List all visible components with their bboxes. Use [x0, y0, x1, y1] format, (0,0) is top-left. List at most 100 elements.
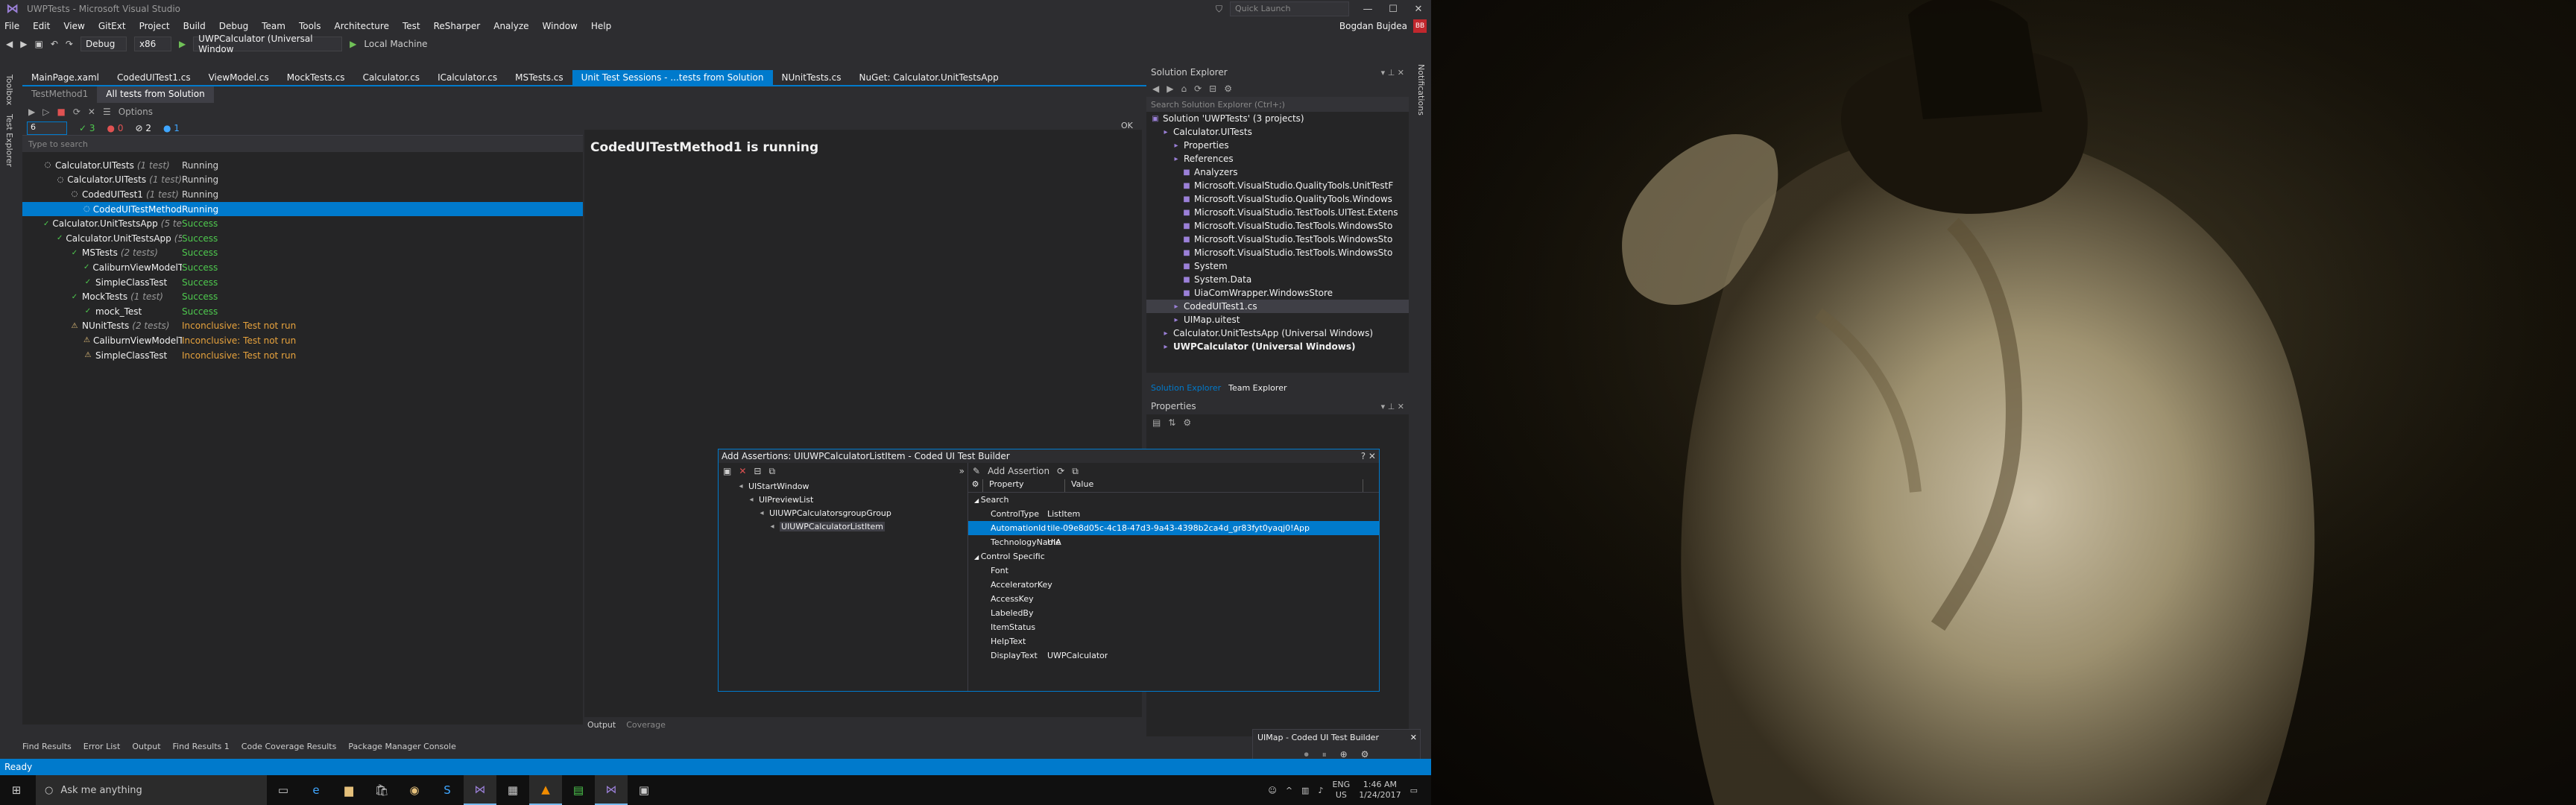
solution-item[interactable]: ■ UiaComWrapper.WindowsStore	[1146, 286, 1409, 300]
bottom-tab[interactable]: Code Coverage Results	[242, 742, 337, 751]
chevron-up-icon[interactable]: ^	[1286, 786, 1292, 795]
filter-icon[interactable]: ⛉	[1216, 4, 1222, 15]
categorized-icon[interactable]: ▤	[1152, 417, 1161, 428]
test-row[interactable]: ✓ MockTests (1 test) Success	[22, 289, 583, 304]
forward-icon[interactable]: ▶	[1167, 83, 1173, 94]
solution-item[interactable]: ■ Analyzers	[1146, 165, 1409, 179]
property-row[interactable]: DisplayText UWPCalculator	[968, 648, 1379, 663]
undo-icon[interactable]: ↶	[51, 39, 58, 49]
vlc-icon[interactable]: ▲	[529, 775, 562, 805]
menu-item-analyze[interactable]: Analyze	[493, 21, 528, 31]
hierarchy-node[interactable]: ◂ UIPreviewList	[719, 493, 967, 506]
minimize-button[interactable]: —	[1355, 4, 1380, 15]
solution-item[interactable]: ▸ UIMap.uitest	[1146, 313, 1409, 326]
forward-icon[interactable]: ▶	[20, 39, 27, 49]
debug-icon[interactable]: ▷	[42, 107, 49, 117]
start-debug-icon[interactable]: ▶	[179, 39, 186, 49]
property-row[interactable]: AcceleratorKey	[968, 578, 1379, 592]
window-icon[interactable]: ▣	[723, 466, 731, 476]
collapse-icon[interactable]: ◢	[974, 497, 981, 504]
skype-icon[interactable]: S	[431, 775, 464, 805]
left-tab-toolbox[interactable]: Toolbox	[0, 70, 19, 110]
file-explorer-icon[interactable]: ▆	[332, 775, 365, 805]
test-row[interactable]: ✓ MSTests (2 tests) Success	[22, 246, 583, 261]
language-indicator[interactable]: ENG US	[1332, 780, 1350, 801]
clock[interactable]: 1:46 AM 1/24/2017	[1359, 780, 1401, 801]
wrench-icon[interactable]: ⚙	[1224, 83, 1232, 94]
test-row[interactable]: ◌ CodedUITestMethod1 Running	[22, 201, 583, 217]
bottom-tab[interactable]: Package Manager Console	[348, 742, 455, 751]
tab-all-tests[interactable]: All tests from Solution	[97, 86, 214, 103]
user-account[interactable]: Bogdan Bujdea BB	[1339, 19, 1427, 33]
visual-studio-2-icon[interactable]: ⋈	[595, 775, 628, 805]
solution-item[interactable]: ■ Microsoft.VisualStudio.QualityTools.Uni…	[1146, 179, 1409, 192]
ignored-count[interactable]: ⊘ 2	[135, 123, 151, 133]
start-icon[interactable]: ⊞	[0, 775, 33, 805]
solution-item[interactable]: ▸ Calculator.UnitTestsApp (Universal Wind…	[1146, 326, 1409, 340]
tab-test-method1[interactable]: TestMethod1	[22, 86, 97, 103]
doc-tab[interactable]: CodedUITest1.cs	[108, 70, 200, 85]
doc-tab[interactable]: MainPage.xaml	[22, 70, 108, 85]
test-search-input[interactable]: Type to search	[22, 136, 583, 152]
hierarchy-node[interactable]: ◂ UIUWPCalculatorsgroupGroup	[719, 506, 967, 520]
test-row[interactable]: ◌ Calculator.UITests (1 test) Running	[22, 173, 583, 188]
home-icon[interactable]: ⌂	[1181, 83, 1187, 94]
task-view-icon[interactable]: ▭	[267, 775, 300, 805]
maximize-button[interactable]: ☐	[1380, 4, 1406, 15]
collapse-icon[interactable]: ⊟	[754, 466, 761, 476]
tab-coverage[interactable]: Coverage	[626, 720, 666, 730]
menu-item-file[interactable]: File	[4, 21, 19, 31]
quick-launch-input[interactable]: Quick Launch	[1230, 1, 1349, 16]
property-row[interactable]: LabeledBy	[968, 606, 1379, 620]
close-icon[interactable]: ✕	[1410, 733, 1417, 742]
solution-item[interactable]: ■ System.Data	[1146, 273, 1409, 286]
excel-icon[interactable]: ▤	[562, 775, 595, 805]
tab-team-explorer[interactable]: Team Explorer	[1228, 383, 1287, 393]
solution-item[interactable]: ■ Microsoft.VisualStudio.TestTools.UITest…	[1146, 206, 1409, 219]
back-icon[interactable]: ◀	[6, 39, 13, 49]
doc-tab[interactable]: ICalculator.cs	[429, 70, 506, 85]
menu-item-debug[interactable]: Debug	[219, 21, 248, 31]
left-tab-test-explorer[interactable]: Test Explorer	[0, 110, 19, 171]
menu-item-test[interactable]: Test	[402, 21, 420, 31]
volume-icon[interactable]: ♪	[1318, 786, 1323, 795]
failed-count[interactable]: ● 0	[107, 123, 124, 133]
doc-tab[interactable]: Calculator.cs	[354, 70, 429, 85]
menu-item-window[interactable]: Window	[543, 21, 578, 31]
solution-item[interactable]: ■ Microsoft.VisualStudio.QualityTools.Win…	[1146, 192, 1409, 206]
property-row[interactable]: AutomationId tile-09e8d05c-4c18-47d3-9a43…	[968, 521, 1379, 535]
menu-item-view[interactable]: View	[63, 21, 84, 31]
property-row[interactable]: ControlType ListItem	[968, 507, 1379, 521]
ok-button[interactable]: OK	[1121, 121, 1133, 130]
property-row[interactable]: HelpText	[968, 634, 1379, 648]
collapse-icon[interactable]: ◢	[974, 554, 981, 561]
menu-item-gitext[interactable]: GitExt	[98, 21, 126, 31]
tab-output[interactable]: Output	[587, 720, 616, 730]
avatar[interactable]: BB	[1413, 19, 1427, 33]
assertion-icon[interactable]: ✎	[973, 466, 980, 476]
tab-notifications[interactable]: Notifications	[1412, 60, 1430, 120]
doc-tab[interactable]: MSTests.cs	[506, 70, 572, 85]
property-row[interactable]: Font	[968, 564, 1379, 578]
property-row[interactable]: TechnologyName UIA	[968, 535, 1379, 549]
copy-icon[interactable]: ⧉	[768, 466, 775, 477]
copy-icon[interactable]: ⧉	[1072, 466, 1079, 477]
startup-project-dropdown[interactable]: UWPCalculator (Universal Window	[193, 34, 343, 54]
tab-solution-explorer[interactable]: Solution Explorer	[1151, 383, 1221, 393]
clear-icon[interactable]: ✕	[88, 107, 95, 117]
property-row[interactable]: AccessKey	[968, 592, 1379, 606]
calculator-icon[interactable]: ▦	[496, 775, 529, 805]
run-icon[interactable]: ▶	[350, 39, 356, 49]
info-count[interactable]: ● 1	[163, 123, 180, 133]
edge-icon[interactable]: e	[300, 775, 332, 805]
hierarchy-node[interactable]: ◂ UIStartWindow	[719, 479, 967, 493]
solution-search-input[interactable]: Search Solution Explorer (Ctrl+;)	[1146, 97, 1409, 112]
expand-icon[interactable]: »	[959, 466, 965, 476]
group-icon[interactable]: ☰	[103, 107, 111, 117]
test-row[interactable]: ◌ Calculator.UITests (1 test) Running	[22, 158, 583, 173]
collapse-icon[interactable]: ⊟	[1209, 83, 1216, 94]
menu-item-team[interactable]: Team	[262, 21, 285, 31]
generate-icon[interactable]: ⚙	[1361, 749, 1369, 760]
menu-item-tools[interactable]: Tools	[299, 21, 321, 31]
test-row[interactable]: ⚠CaliburnViewModelTestInconclusive: Test…	[22, 333, 583, 348]
